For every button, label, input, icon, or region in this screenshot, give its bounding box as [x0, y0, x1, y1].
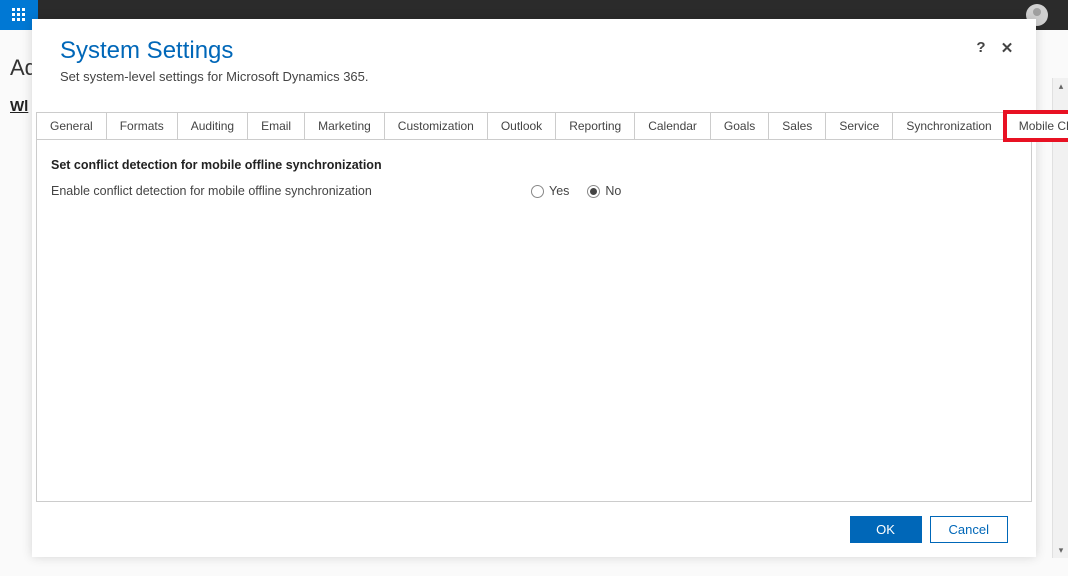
tab-outlook[interactable]: Outlook: [487, 112, 556, 139]
scroll-up-icon[interactable]: ▴: [1053, 78, 1068, 94]
tab-calendar[interactable]: Calendar: [634, 112, 711, 139]
tab-sales[interactable]: Sales: [768, 112, 826, 139]
help-button[interactable]: ?: [972, 39, 990, 56]
dialog-footer: OK Cancel: [32, 502, 1036, 557]
dialog-header: System Settings Set system-level setting…: [32, 19, 1036, 92]
radio-yes-label: Yes: [549, 184, 569, 198]
tab-service[interactable]: Service: [825, 112, 893, 139]
tab-mobile-client[interactable]: Mobile Client: [1005, 112, 1068, 140]
tab-marketing[interactable]: Marketing: [304, 112, 385, 139]
tab-formats[interactable]: Formats: [106, 112, 178, 139]
radio-group: Yes No: [531, 184, 621, 198]
dialog-subtitle: Set system-level settings for Microsoft …: [60, 69, 1008, 84]
radio-no[interactable]: No: [587, 184, 621, 198]
dialog-title: System Settings: [60, 37, 1008, 65]
section-title: Set conflict detection for mobile offlin…: [51, 158, 1017, 172]
tab-general[interactable]: General: [36, 112, 107, 139]
tab-synchronization[interactable]: Synchronization: [892, 112, 1005, 139]
tabs-bar: GeneralFormatsAuditingEmailMarketingCust…: [36, 112, 1032, 140]
tab-customization[interactable]: Customization: [384, 112, 488, 139]
ok-button[interactable]: OK: [850, 516, 922, 543]
radio-yes[interactable]: Yes: [531, 184, 569, 198]
scroll-down-icon[interactable]: ▾: [1053, 542, 1068, 558]
close-button[interactable]: ✕: [998, 39, 1016, 57]
radio-no-label: No: [605, 184, 621, 198]
tab-goals[interactable]: Goals: [710, 112, 769, 139]
radio-circle-icon: [531, 185, 544, 198]
waffle-icon: [12, 8, 26, 22]
cancel-button[interactable]: Cancel: [930, 516, 1008, 543]
field-row: Enable conflict detection for mobile off…: [51, 184, 1017, 198]
tab-email[interactable]: Email: [247, 112, 305, 139]
field-label: Enable conflict detection for mobile off…: [51, 184, 531, 198]
page-scrollbar[interactable]: ▴ ▾: [1052, 78, 1068, 558]
tab-reporting[interactable]: Reporting: [555, 112, 635, 139]
background-text-wi: Wl: [10, 98, 28, 115]
system-settings-dialog: System Settings Set system-level setting…: [32, 19, 1036, 557]
tab-auditing[interactable]: Auditing: [177, 112, 248, 139]
radio-circle-icon: [587, 185, 600, 198]
tab-content: Set conflict detection for mobile offlin…: [36, 140, 1032, 502]
